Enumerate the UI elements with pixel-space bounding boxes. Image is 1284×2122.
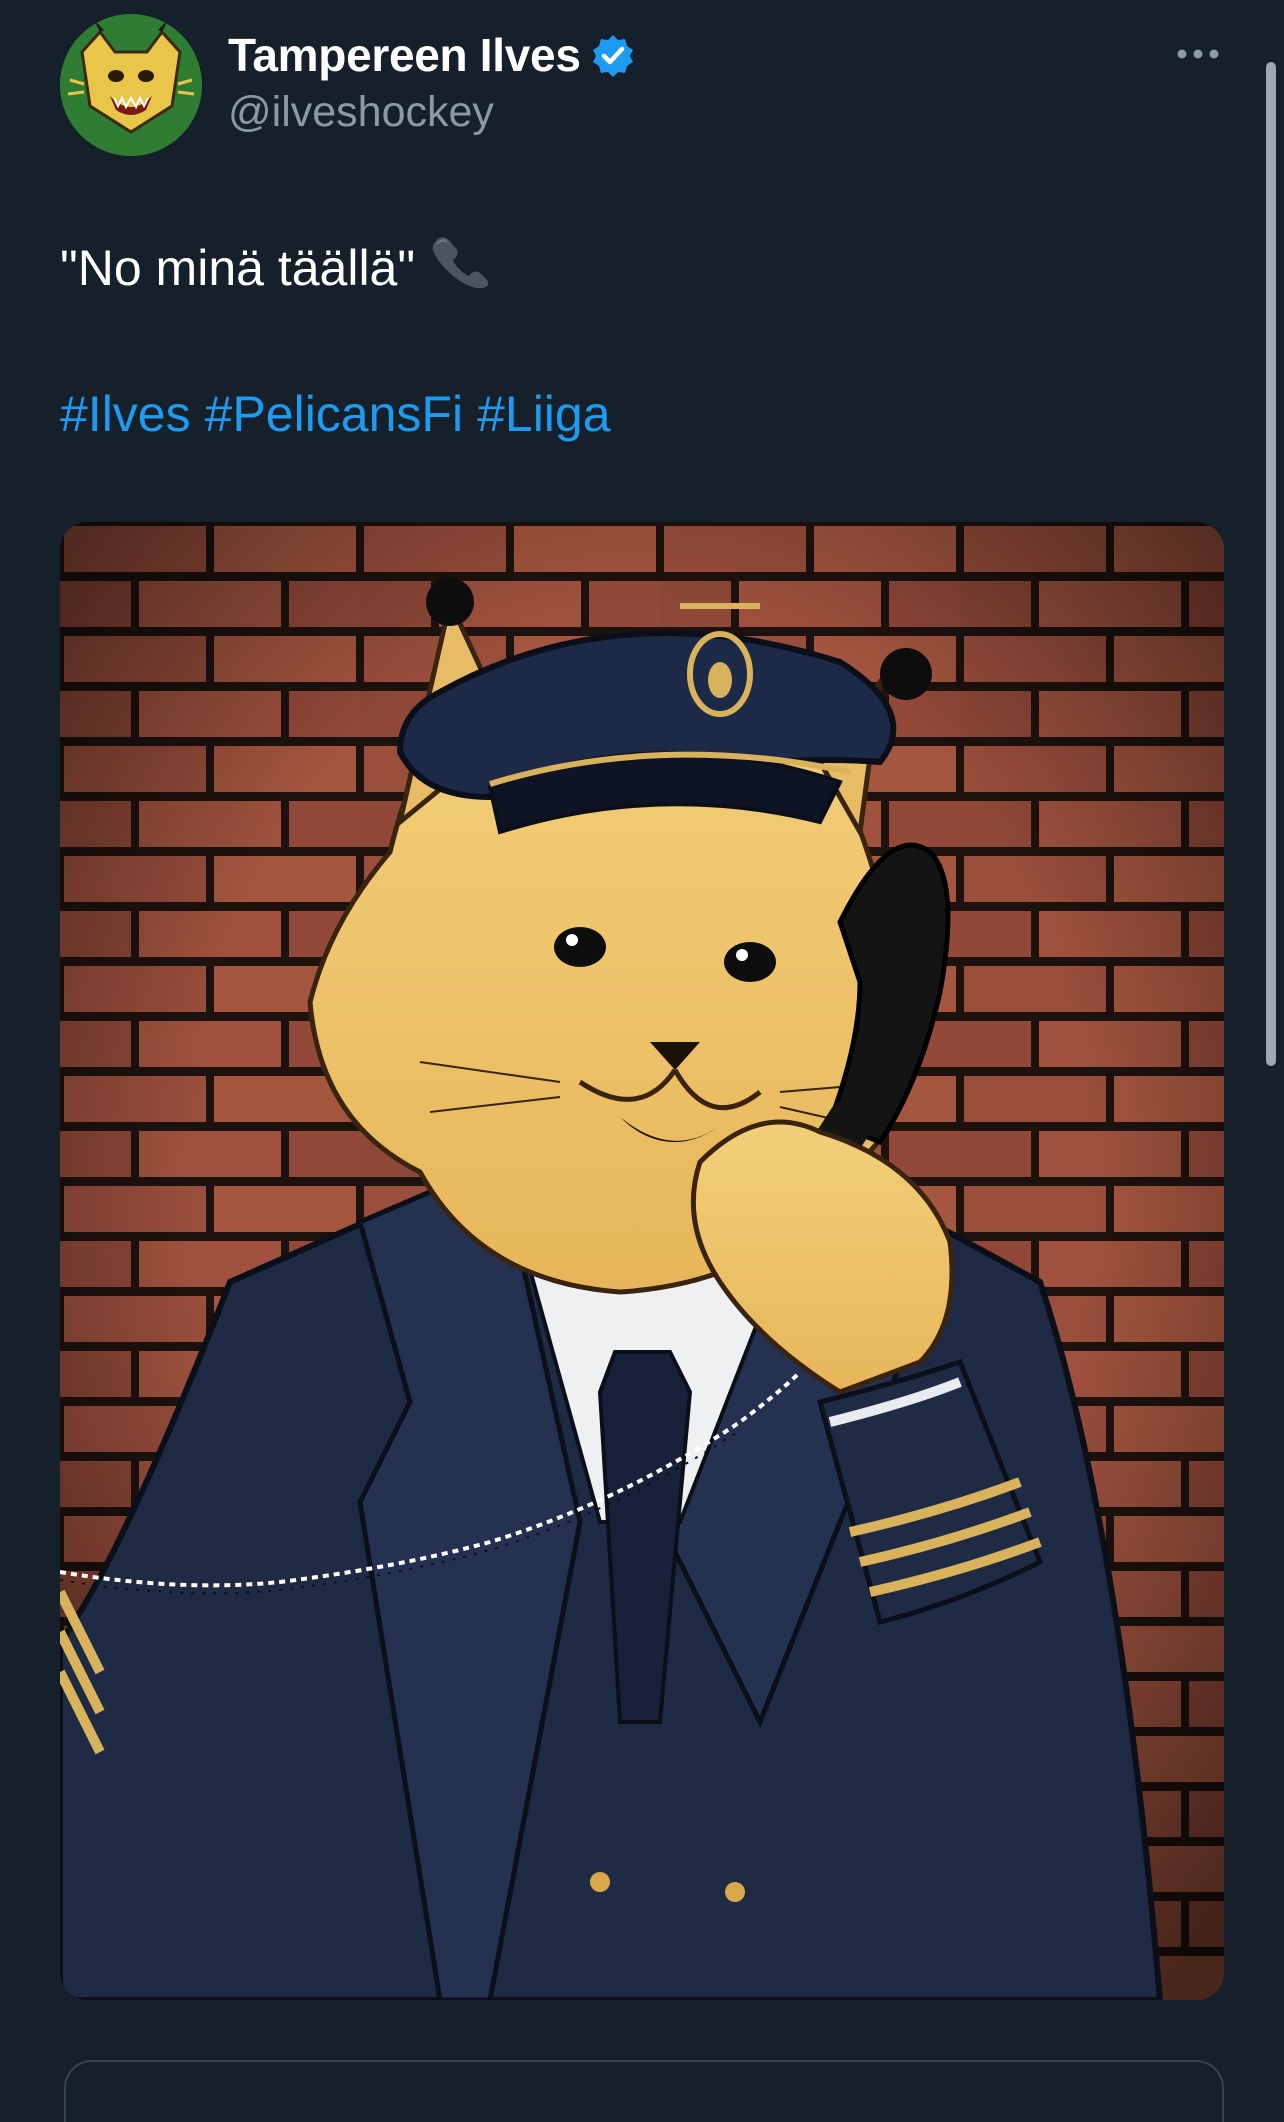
next-card-edge xyxy=(64,2060,1224,2122)
scrollbar[interactable] xyxy=(1266,62,1276,1066)
telephone-receiver-icon xyxy=(427,232,493,303)
tweet-media-image[interactable] xyxy=(60,522,1224,2000)
verified-badge-icon xyxy=(591,33,635,77)
more-options-button[interactable] xyxy=(1168,36,1228,72)
lynx-pilot-on-phone-illustration xyxy=(60,522,1224,2000)
author-block: Tampereen Ilves @ilveshockey xyxy=(228,28,635,137)
hashtag-liiga[interactable]: #Liiga xyxy=(477,386,610,442)
display-name[interactable]: Tampereen Ilves xyxy=(228,28,581,82)
lynx-logo-icon xyxy=(60,14,202,156)
tweet: Tampereen Ilves @ilveshockey "No minä tä… xyxy=(0,0,1284,2122)
more-dots-icon xyxy=(1177,49,1219,59)
hashtags: #Ilves #PelicansFi #Liiga xyxy=(60,382,625,446)
hashtag-ilves[interactable]: #Ilves xyxy=(60,386,191,442)
name-row: Tampereen Ilves xyxy=(228,28,635,82)
tweet-text-content: "No minä täällä" xyxy=(60,240,416,296)
handle[interactable]: @ilveshockey xyxy=(228,88,635,137)
tweet-text: "No minä täällä" xyxy=(60,236,493,303)
hashtag-pelicansfi[interactable]: #PelicansFi xyxy=(205,386,463,442)
avatar[interactable] xyxy=(60,14,202,156)
